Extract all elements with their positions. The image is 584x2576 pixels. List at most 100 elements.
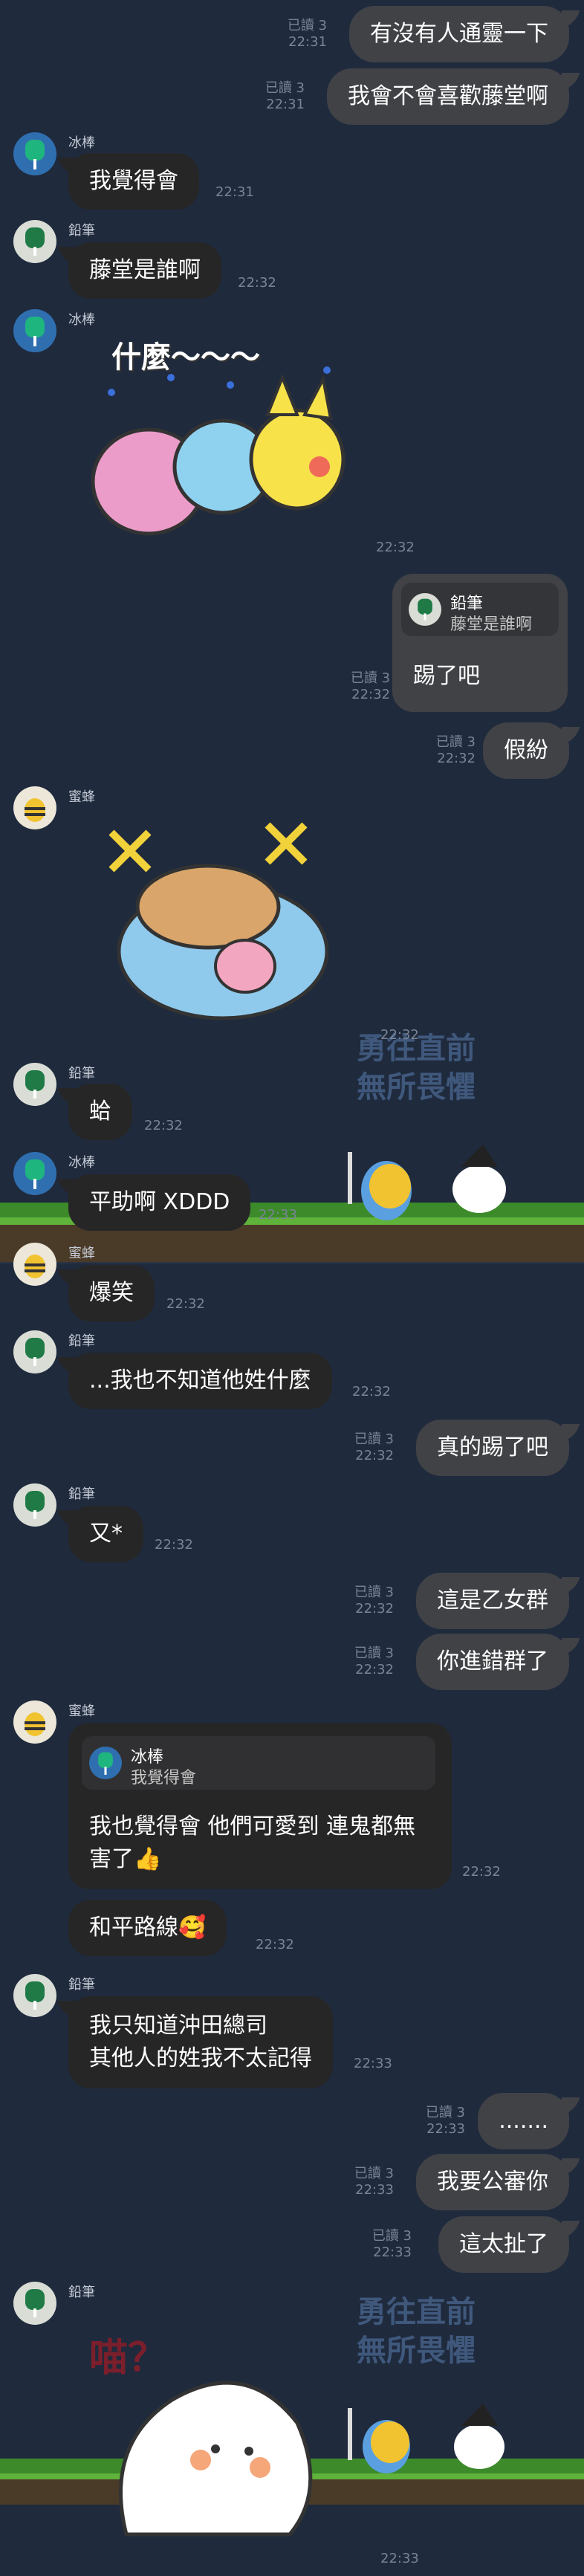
message-line: 害了👍 — [89, 1846, 162, 1872]
message-line: 其他人的姓我不太記得 — [89, 2045, 312, 2071]
sender-name: 蜜蜂 — [68, 1703, 95, 1719]
sticker-image[interactable]: 喵？ — [82, 2311, 342, 2557]
message-bubble[interactable]: 藤堂是誰啊 — [68, 242, 221, 299]
timestamp: 22:31 — [288, 34, 327, 50]
message-bubble[interactable]: 爆笑 — [68, 1265, 155, 1321]
message-bubble[interactable]: 又* — [68, 1506, 143, 1562]
timestamp: 22:32 — [144, 1118, 183, 1133]
message-bubble[interactable]: 真的踢了吧 — [416, 1420, 569, 1476]
read-receipt: 已讀 3 — [265, 80, 305, 96]
watermark-line1: 勇往直前 — [357, 2295, 476, 2329]
message-bubble[interactable]: 蛤 — [68, 1084, 132, 1140]
message-bubble[interactable]: ....... — [478, 2093, 569, 2149]
watermark-text-bottom: 勇往直前 無所畏懼 — [327, 2293, 505, 2370]
timestamp: 22:33 — [373, 2245, 412, 2260]
timestamp: 22:33 — [355, 2182, 394, 2198]
message-meta: 已讀 3 22:32 — [342, 1431, 394, 1464]
avatar-pencil[interactable] — [13, 220, 56, 263]
sender-name: 冰棒 — [68, 1155, 95, 1171]
message-text: 你進錯群了 — [437, 1648, 548, 1674]
timestamp: 22:33 — [426, 2121, 465, 2137]
sender-name: 蜜蜂 — [68, 789, 95, 805]
message-text: 我覺得會 — [89, 168, 178, 194]
avatar-bee[interactable] — [13, 786, 56, 829]
timestamp: 22:32 — [462, 1864, 501, 1880]
avatar-bee[interactable] — [13, 1243, 56, 1286]
avatar-bee[interactable] — [13, 1700, 56, 1744]
avatar-popsicle[interactable] — [13, 309, 56, 352]
quoted-text: 藤堂是誰啊 — [450, 615, 533, 634]
read-receipt: 已讀 3 — [354, 1431, 394, 1447]
message-text: 我會不會喜歡藤堂啊 — [348, 83, 548, 109]
message-text: 爆笑 — [89, 1280, 134, 1306]
timestamp: 22:32 — [376, 540, 415, 555]
sticker-caption: 喵？ — [89, 2336, 167, 2381]
reply-bubble[interactable]: 鉛筆 藤堂是誰啊 踢了吧 — [392, 574, 568, 712]
message-bubble[interactable]: 假紛 — [483, 722, 569, 779]
avatar-popsicle[interactable] — [13, 1152, 56, 1195]
message-text: 有沒有人通靈一下 — [370, 21, 548, 47]
message-bubble[interactable]: 我會不會喜歡藤堂啊 — [327, 68, 569, 125]
message-bubble[interactable]: 這是乙女群 — [416, 1573, 569, 1629]
avatar-pencil[interactable] — [13, 1330, 56, 1373]
message-line: 我只知道沖田總司 — [89, 2013, 267, 2039]
message-text: 踢了吧 — [413, 663, 480, 689]
read-receipt: 已讀 3 — [372, 2228, 412, 2244]
timestamp: 22:32 — [256, 1937, 294, 1952]
sticker-image[interactable] — [97, 818, 349, 1041]
message-text: ....... — [499, 2108, 548, 2134]
message-bubble[interactable]: 這太扯了 — [438, 2216, 569, 2273]
message-text: 蛤 — [89, 1098, 111, 1124]
timestamp: 22:32 — [351, 687, 390, 702]
message-bubble[interactable]: 有沒有人通靈一下 — [349, 6, 569, 62]
read-receipt: 已讀 3 — [354, 2166, 394, 2181]
message-text: 我要公審你 — [437, 2169, 548, 2195]
message-bubble[interactable]: 你進錯群了 — [416, 1634, 569, 1690]
timestamp: 22:33 — [380, 2551, 419, 2566]
timestamp: 22:33 — [259, 1207, 297, 1223]
sender-name: 鉛筆 — [68, 1486, 95, 1502]
message-bubble[interactable]: 我要公審你 — [416, 2154, 569, 2210]
avatar-pencil[interactable] — [13, 1974, 56, 2017]
timestamp: 22:33 — [354, 2056, 392, 2071]
avatar-popsicle — [89, 1747, 122, 1779]
message-bubble[interactable]: 平助啊 XDDD — [68, 1174, 251, 1231]
timestamp: 22:31 — [266, 97, 305, 112]
message-line: 我也覺得會 他們可愛到 連鬼都無 — [89, 1813, 416, 1839]
avatar-pencil[interactable] — [13, 1063, 56, 1106]
sticker-image[interactable]: 什麼～～～ — [82, 333, 357, 556]
message-bubble[interactable]: 我只知道沖田總司 其他人的姓我不太記得 — [68, 1996, 333, 2088]
quoted-message[interactable]: 冰棒 我覺得會 — [82, 1736, 435, 1790]
avatar-popsicle[interactable] — [13, 132, 56, 175]
read-receipt: 已讀 3 — [435, 734, 476, 750]
message-text: 我也覺得會 他們可愛到 連鬼都無 害了👍 — [89, 1810, 415, 1876]
message-text: 這是乙女群 — [437, 1588, 548, 1614]
sender-name: 鉛筆 — [68, 2285, 95, 2300]
avatar-pencil[interactable] — [13, 1483, 56, 1527]
timestamp: 22:32 — [238, 275, 276, 291]
timestamp: 22:32 — [355, 1662, 394, 1677]
read-receipt: 已讀 3 — [354, 1585, 394, 1600]
sender-name: 鉛筆 — [68, 223, 95, 239]
message-meta: 已讀 3 22:33 — [342, 2166, 394, 2198]
message-bubble[interactable]: 和平路線🥰 — [68, 1900, 227, 1956]
message-text: 又* — [89, 1521, 123, 1547]
message-bubble[interactable]: ...我也不知道他姓什麼 — [68, 1353, 332, 1409]
watermark-line2: 無所畏懼 — [357, 2334, 476, 2368]
message-text: ...我也不知道他姓什麼 — [89, 1368, 311, 1394]
sender-name: 冰棒 — [68, 312, 95, 328]
read-receipt: 已讀 3 — [350, 670, 390, 686]
message-text: 真的踢了吧 — [437, 1434, 548, 1460]
message-text: 藤堂是誰啊 — [89, 257, 201, 283]
avatar-pencil[interactable] — [13, 2282, 56, 2325]
message-text: 這太扯了 — [459, 2231, 548, 2257]
sender-name: 鉛筆 — [68, 1333, 95, 1349]
message-bubble[interactable]: 我覺得會 — [68, 153, 199, 210]
timestamp: 22:32 — [355, 1448, 394, 1463]
timestamp: 22:32 — [355, 1601, 394, 1617]
avatar-pencil — [409, 593, 441, 626]
quoted-message[interactable]: 鉛筆 藤堂是誰啊 — [401, 583, 559, 636]
message-meta: 已讀 3 22:32 — [338, 670, 390, 703]
reply-bubble[interactable]: 冰棒 我覺得會 我也覺得會 他們可愛到 連鬼都無 害了👍 — [68, 1723, 452, 1889]
quoted-text: 我覺得會 — [131, 1769, 197, 1787]
